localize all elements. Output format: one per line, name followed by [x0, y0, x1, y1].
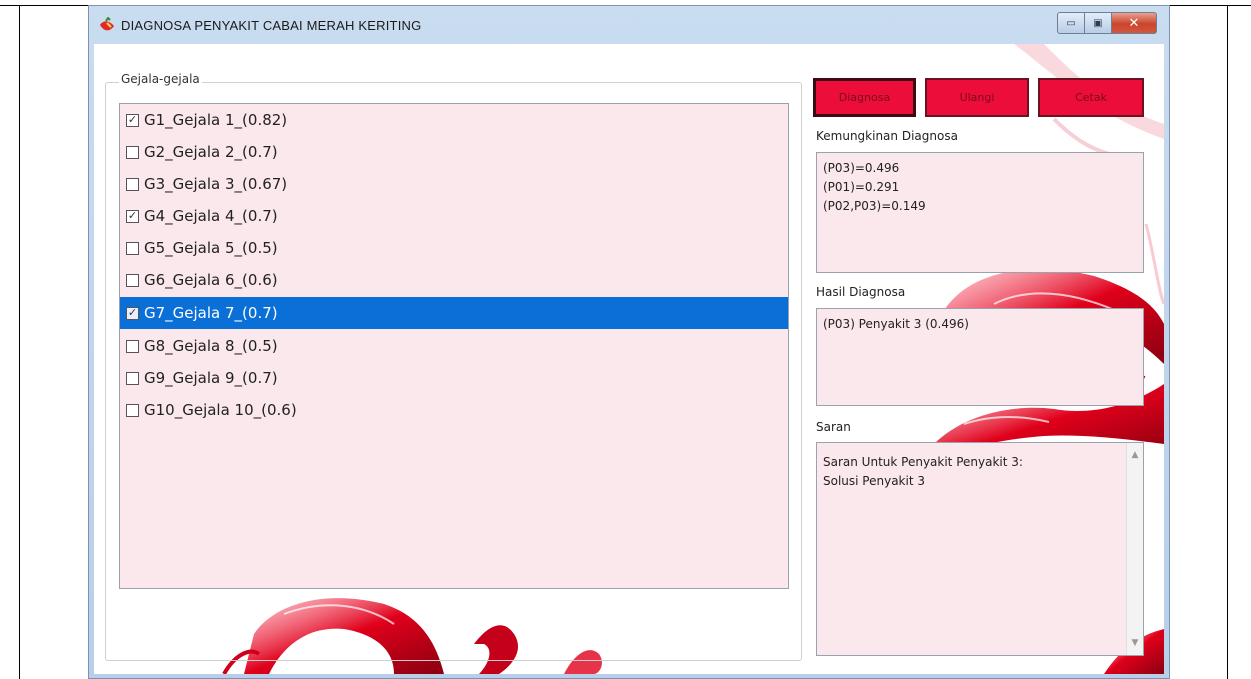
checkbox[interactable]: [126, 145, 139, 159]
maximize-icon: ▣: [1093, 17, 1103, 29]
advice-label: Saran: [813, 419, 854, 435]
advice-textbox[interactable]: Saran Untuk Penyakit Penyakit 3: Solusi …: [816, 442, 1144, 656]
symptom-label: G7_Gejala 7_(0.7): [144, 304, 278, 322]
diagnose-button[interactable]: Diagnosa: [813, 78, 916, 117]
window-controls: ▭ ▣ ✕: [1057, 12, 1157, 36]
symptom-item[interactable]: G9_Gejala 9_(0.7): [120, 362, 788, 394]
checkbox[interactable]: ✓: [126, 113, 139, 127]
symptom-label: G6_Gejala 6_(0.6): [144, 271, 278, 289]
result-textbox[interactable]: (P03) Penyakit 3 (0.496): [816, 308, 1144, 406]
title-bar[interactable]: DIAGNOSA PENYAKIT CABAI MERAH KERITING ▭…: [89, 6, 1169, 44]
possibility-line: (P01)=0.291: [823, 180, 900, 194]
symptom-label: G1_Gejala 1_(0.82): [144, 111, 288, 129]
symptom-item[interactable]: G8_Gejala 8_(0.5): [120, 330, 788, 362]
advice-line: Saran Untuk Penyakit Penyakit 3:: [823, 455, 1023, 469]
client-area: Gejala-gejala ✓ G1_Gejala 1_(0.82) G2_Ge…: [94, 44, 1164, 674]
advice-scrollbar[interactable]: ▲ ▼: [1126, 443, 1143, 655]
checkbox[interactable]: ✓: [126, 306, 139, 320]
checkbox[interactable]: [126, 273, 139, 287]
symptom-label: G2_Gejala 2_(0.7): [144, 143, 278, 161]
symptom-label: G9_Gejala 9_(0.7): [144, 369, 278, 387]
document-frame-right: [1227, 5, 1228, 679]
reset-button[interactable]: Ulangi: [925, 78, 1029, 117]
checkbox[interactable]: ✓: [126, 209, 139, 223]
checkbox[interactable]: [126, 241, 139, 255]
symptoms-group-label: Gejala-gejala: [119, 72, 202, 86]
minimize-button[interactable]: ▭: [1057, 12, 1085, 34]
possibilities-label: Kemungkinan Diagnosa: [813, 128, 961, 144]
symptom-item-selected[interactable]: ✓ G7_Gejala 7_(0.7): [120, 297, 788, 329]
result-text: (P03) Penyakit 3 (0.496): [823, 317, 969, 331]
possibility-line: (P03)=0.496: [823, 161, 900, 175]
app-window: DIAGNOSA PENYAKIT CABAI MERAH KERITING ▭…: [88, 5, 1170, 679]
symptom-item[interactable]: G6_Gejala 6_(0.6): [120, 264, 788, 296]
symptom-item[interactable]: G3_Gejala 3_(0.67): [120, 168, 788, 200]
advice-line: Solusi Penyakit 3: [823, 474, 925, 488]
symptom-item[interactable]: ✓ G1_Gejala 1_(0.82): [120, 104, 788, 136]
symptom-item[interactable]: G5_Gejala 5_(0.5): [120, 232, 788, 264]
scroll-down-arrow-icon[interactable]: ▼: [1127, 635, 1143, 651]
symptom-label: G8_Gejala 8_(0.5): [144, 337, 278, 355]
scroll-up-arrow-icon[interactable]: ▲: [1127, 447, 1143, 463]
symptom-label: G3_Gejala 3_(0.67): [144, 175, 288, 193]
document-frame-left: [19, 5, 20, 679]
symptom-label: G10_Gejala 10_(0.6): [144, 401, 297, 419]
maximize-button[interactable]: ▣: [1085, 12, 1112, 34]
symptom-label: G4_Gejala 4_(0.7): [144, 207, 278, 225]
checkbox[interactable]: [126, 339, 139, 353]
symptom-item[interactable]: ✓ G4_Gejala 4_(0.7): [120, 200, 788, 232]
checkbox[interactable]: [126, 403, 139, 417]
checkbox[interactable]: [126, 371, 139, 385]
chili-pepper-icon: [100, 17, 114, 31]
symptom-label: G5_Gejala 5_(0.5): [144, 239, 278, 257]
result-label: Hasil Diagnosa: [813, 284, 909, 300]
symptoms-checklist[interactable]: ✓ G1_Gejala 1_(0.82) G2_Gejala 2_(0.7) G…: [119, 103, 789, 589]
window-title: DIAGNOSA PENYAKIT CABAI MERAH KERITING: [121, 18, 422, 33]
print-button[interactable]: Cetak: [1038, 78, 1144, 117]
close-icon: ✕: [1128, 15, 1140, 31]
checkbox[interactable]: [126, 177, 139, 191]
symptom-item[interactable]: G2_Gejala 2_(0.7): [120, 136, 788, 168]
possibilities-textbox[interactable]: (P03)=0.496 (P01)=0.291 (P02,P03)=0.149: [816, 152, 1144, 273]
symptom-item[interactable]: G10_Gejala 10_(0.6): [120, 394, 788, 426]
close-button[interactable]: ✕: [1112, 12, 1157, 34]
minimize-icon: ▭: [1066, 17, 1076, 29]
possibility-line: (P02,P03)=0.149: [823, 199, 926, 213]
